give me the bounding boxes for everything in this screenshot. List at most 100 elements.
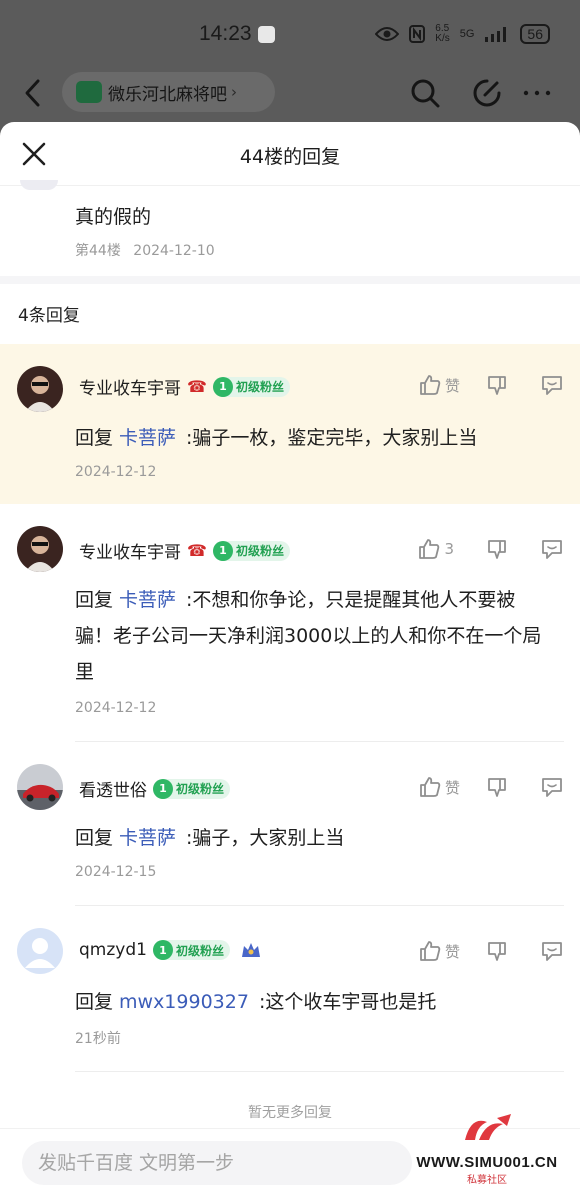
dislike-icon[interactable] bbox=[486, 538, 508, 560]
reply-body: 回复 卡菩萨:不想和你争论，只是提醒其他人不要被骗！老子公司一天净利润3000以上… bbox=[75, 582, 550, 690]
thumbs-up-icon bbox=[420, 941, 441, 961]
reply-item: qmzyd1 1 初级粉丝 赞 回复 mwx1990327:这个收车宇哥也是托 21… bbox=[0, 906, 580, 1072]
reply-actions: 赞 bbox=[419, 374, 564, 396]
fan-badge: 1 初级粉丝 bbox=[212, 540, 290, 561]
reply-sheet: 44楼的回复 真的假的 第44楼 2024-12-10 4条回复 专业收车宇哥 … bbox=[0, 122, 580, 1196]
fan-level: 1 bbox=[152, 940, 173, 960]
nfc-icon bbox=[409, 25, 426, 43]
reply-text: :这个收车宇哥也是托 bbox=[258, 991, 437, 1013]
reply-date: 2024-12-12 bbox=[75, 464, 157, 480]
comment-icon[interactable] bbox=[540, 374, 564, 396]
top-nav: 微乐河北麻将吧 › bbox=[0, 66, 580, 122]
system-indicators: 6.5 K/s 5G 56 bbox=[375, 24, 550, 44]
reply-item: 专业收车宇哥 ☎ 1 初级粉丝 赞 回复 卡菩萨 :骗子一枚，鉴定完毕，大家别上当 2… bbox=[0, 344, 580, 504]
back-icon[interactable] bbox=[20, 78, 46, 108]
forum-pill[interactable]: 微乐河北麻将吧 › bbox=[62, 72, 275, 112]
reply-body: 回复 mwx1990327 :这个收车宇哥也是托 bbox=[75, 984, 550, 1020]
watermark-label: 私募社区 bbox=[467, 1175, 507, 1186]
post-date: 2024-12-10 bbox=[133, 243, 215, 259]
username-text[interactable]: 专业收车宇哥 bbox=[79, 374, 181, 399]
watermark-site: WWW.SIMU001.CN bbox=[416, 1154, 558, 1171]
reply-input[interactable] bbox=[22, 1141, 412, 1185]
username-text[interactable]: 专业收车宇哥 bbox=[79, 538, 181, 563]
watermark-logo-icon bbox=[465, 1114, 511, 1140]
reply-username[interactable]: 专业收车宇哥 ☎ 1 初级粉丝 bbox=[79, 538, 290, 563]
like-button[interactable]: 赞 bbox=[419, 374, 460, 396]
mention-link[interactable]: 卡菩萨 bbox=[119, 589, 176, 611]
forum-logo bbox=[76, 81, 102, 103]
dislike-icon[interactable] bbox=[486, 374, 508, 396]
avatar[interactable] bbox=[17, 366, 63, 412]
thumbs-up-icon bbox=[420, 777, 441, 797]
like-button[interactable]: 赞 bbox=[419, 940, 460, 962]
original-post-meta: 第44楼 2024-12-10 bbox=[75, 240, 215, 260]
sheet-title: 44楼的回复 bbox=[239, 146, 341, 168]
fan-level: 1 bbox=[153, 778, 173, 799]
divider bbox=[75, 1071, 564, 1072]
mention-link[interactable]: 卡菩萨 bbox=[119, 827, 176, 849]
reply-body: 回复 卡菩萨 :骗子一枚，鉴定完毕，大家别上当 bbox=[75, 420, 550, 456]
reply-actions: 3 bbox=[418, 538, 564, 560]
thumbs-up-icon bbox=[419, 539, 440, 559]
dislike-icon[interactable] bbox=[486, 776, 508, 798]
avatar[interactable] bbox=[17, 764, 63, 810]
username-text[interactable]: 看透世俗 bbox=[79, 776, 147, 801]
reply-text: :骗子一枚，鉴定完毕，大家别上当 bbox=[186, 427, 478, 449]
phone-icon: ☎ bbox=[187, 541, 207, 560]
status-bar: 14:23 6.5 K/s 5G 56 bbox=[0, 0, 580, 66]
edit-icon[interactable] bbox=[472, 78, 502, 108]
mention-link[interactable]: 卡菩萨 bbox=[119, 427, 176, 449]
status-time: 14:23 bbox=[199, 22, 252, 45]
like-button[interactable]: 赞 bbox=[419, 776, 460, 798]
reply-text: :骗子，大家别上当 bbox=[186, 827, 345, 849]
watermark: WWW.SIMU001.CN 私募社区 bbox=[402, 1110, 572, 1190]
reply-username[interactable]: qmzyd1 1 初级粉丝 bbox=[79, 940, 262, 960]
username-text[interactable]: qmzyd1 bbox=[79, 940, 147, 960]
thumbs-up-icon bbox=[420, 375, 441, 395]
fan-label: 初级粉丝 bbox=[235, 380, 284, 394]
avatar[interactable] bbox=[17, 526, 63, 572]
eye-icon bbox=[375, 27, 400, 41]
more-icon[interactable] bbox=[522, 78, 552, 108]
comment-icon[interactable] bbox=[540, 538, 564, 560]
signal-label: 5G bbox=[459, 28, 475, 40]
fan-badge: 1 初级粉丝 bbox=[212, 376, 290, 397]
reply-date: 2024-12-15 bbox=[75, 864, 157, 880]
avatar[interactable] bbox=[17, 928, 63, 974]
reply-username[interactable]: 看透世俗 1 初级粉丝 bbox=[79, 776, 231, 801]
reply-body: 回复 卡菩萨 :骗子，大家别上当 bbox=[75, 820, 550, 856]
battery-indicator: 56 bbox=[520, 24, 550, 44]
reply-actions: 赞 bbox=[419, 776, 564, 798]
forum-name: 微乐河北麻将吧 bbox=[108, 84, 227, 105]
reply-prefix: 回复 bbox=[75, 991, 114, 1013]
comment-icon[interactable] bbox=[540, 940, 564, 962]
reply-username[interactable]: 专业收车宇哥 ☎ 1 初级粉丝 bbox=[79, 374, 290, 399]
reply-prefix: 回复 bbox=[75, 827, 114, 849]
search-icon[interactable] bbox=[410, 78, 440, 108]
original-post-text: 真的假的 bbox=[75, 206, 152, 228]
like-count: 3 bbox=[444, 540, 454, 558]
net-speed: 6.5 K/s bbox=[435, 23, 450, 44]
fan-label: 初级粉丝 bbox=[235, 544, 284, 558]
reply-date: 2024-12-12 bbox=[75, 700, 157, 716]
member-crown-icon bbox=[241, 943, 260, 957]
phone-icon: ☎ bbox=[187, 377, 207, 396]
fan-badge: 1 初级粉丝 bbox=[152, 940, 230, 960]
reply-item: 专业收车宇哥 ☎ 1 初级粉丝 3 回复 卡菩萨:不想和你争论，只是提醒其他人不要被… bbox=[0, 504, 580, 742]
like-count: 赞 bbox=[444, 942, 460, 961]
like-count: 赞 bbox=[444, 778, 460, 797]
notification-icon bbox=[258, 26, 275, 43]
fan-label: 初级粉丝 bbox=[176, 782, 225, 796]
signal-icon bbox=[485, 27, 507, 42]
fan-badge: 1 初级粉丝 bbox=[153, 778, 231, 799]
fan-level: 1 bbox=[212, 540, 233, 561]
mention-link[interactable]: mwx1990327 bbox=[119, 991, 249, 1013]
like-button[interactable]: 3 bbox=[418, 538, 454, 560]
comment-icon[interactable] bbox=[540, 776, 564, 798]
original-post: 真的假的 第44楼 2024-12-10 bbox=[0, 180, 580, 276]
reply-prefix: 回复 bbox=[75, 589, 114, 611]
dislike-icon[interactable] bbox=[486, 940, 508, 962]
reply-prefix: 回复 bbox=[75, 427, 114, 449]
floor-label: 第44楼 bbox=[75, 243, 121, 259]
divider bbox=[0, 276, 580, 284]
